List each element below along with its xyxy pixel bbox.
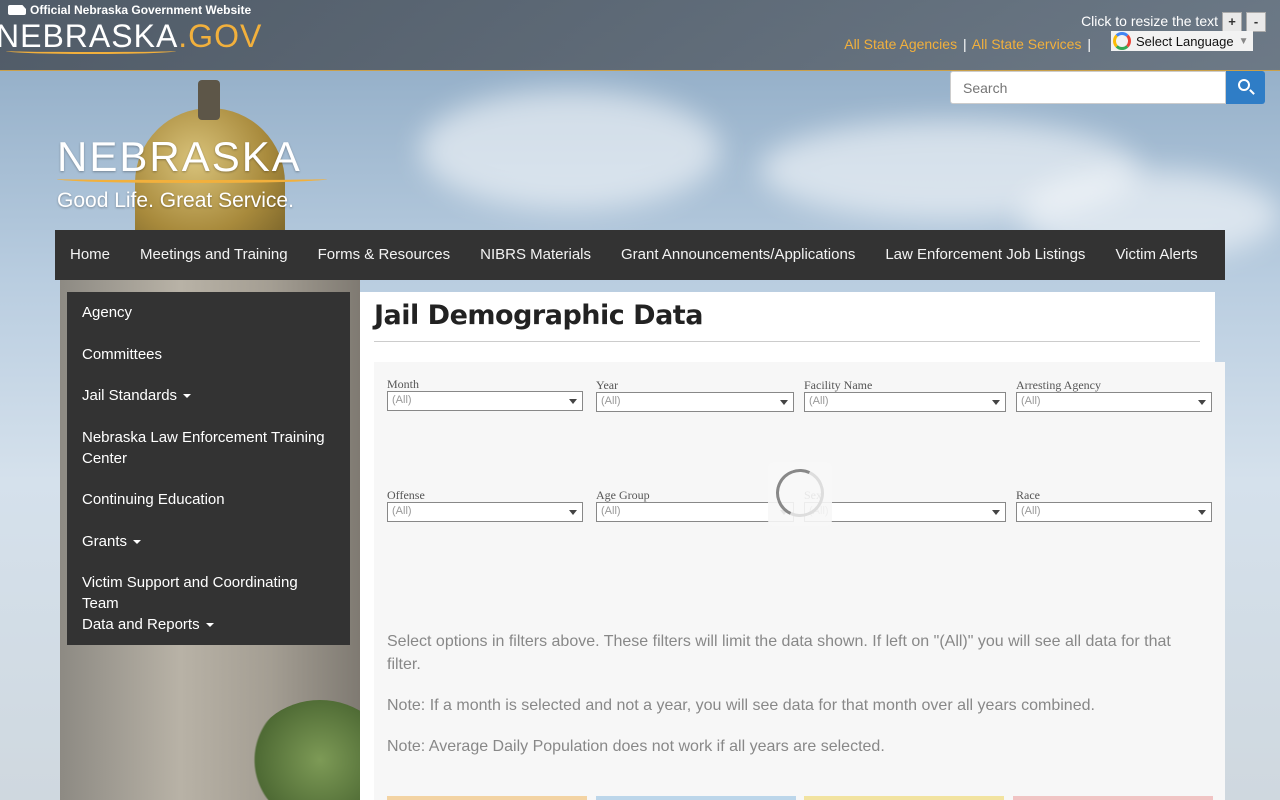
sidebar-item-label: Victim Support and Coordinating Team xyxy=(82,574,298,612)
filter-label: Offense xyxy=(387,488,425,502)
logo-swoosh xyxy=(57,175,327,183)
filter-age-group-select[interactable]: (All) xyxy=(596,502,794,522)
sidebar-item-grants[interactable]: Grants xyxy=(67,531,350,552)
google-translate-icon xyxy=(1113,32,1131,50)
filter-year: Year (All) xyxy=(596,378,794,412)
site-tagline: Good Life. Great Service. xyxy=(57,189,294,212)
main-navigation: Home Meetings and Training Forms & Resou… xyxy=(55,230,1225,280)
nebraska-gov-logo[interactable]: NEBRASKA.GOV xyxy=(0,18,262,55)
nav-forms-resources[interactable]: Forms & Resources xyxy=(303,230,466,280)
logo-swoosh xyxy=(6,48,176,54)
summary-tile[interactable] xyxy=(804,796,1004,800)
official-website-text: Official Nebraska Government Website xyxy=(30,3,252,17)
caret-down-icon xyxy=(205,623,214,628)
sidebar-item-label: Data and Reports xyxy=(82,616,200,633)
filter-label: Year xyxy=(596,378,619,392)
filter-arresting-agency: Arresting Agency (All) xyxy=(1016,378,1212,412)
filter-race-select[interactable]: (All) xyxy=(1016,502,1212,522)
site-search xyxy=(950,71,1265,104)
all-state-agencies-link[interactable]: All State Agencies xyxy=(844,36,957,52)
filter-label: Facility Name xyxy=(804,378,873,392)
all-state-services-link[interactable]: All State Services xyxy=(972,36,1082,52)
filter-label: Age Group xyxy=(596,488,650,502)
filter-age-group: Age Group (All) xyxy=(596,488,794,522)
sidebar-item-label: Jail Standards xyxy=(82,387,178,404)
sidebar-item-label: Nebraska Law Enforcement Training Center xyxy=(82,429,325,467)
note-month-selection: Note: If a month is selected and not a y… xyxy=(387,697,1095,714)
cloud xyxy=(420,90,720,210)
filter-month: Month (All) xyxy=(387,377,583,411)
sidebar-item-committees[interactable]: Committees xyxy=(67,344,350,365)
sidebar-item-label: Agency xyxy=(82,304,133,321)
nebraska-site-logo[interactable]: NEBRASKA Good Life. Great Service. xyxy=(57,133,327,213)
increase-text-button[interactable]: + xyxy=(1222,12,1242,32)
filter-label: Arresting Agency xyxy=(1016,378,1101,392)
filter-offense-select[interactable]: (All) xyxy=(387,502,583,522)
search-input[interactable] xyxy=(950,71,1226,104)
summary-tile[interactable] xyxy=(596,796,796,800)
chevron-down-icon: ▼ xyxy=(1238,35,1249,47)
nav-victim-alerts[interactable]: Victim Alerts xyxy=(1100,230,1212,280)
filter-month-select[interactable]: (All) xyxy=(387,391,583,411)
spinner-icon xyxy=(769,462,831,524)
sidebar-item-continuing-education[interactable]: Continuing Education xyxy=(67,489,350,510)
nebraska-gov-logo-suffix: .GOV xyxy=(178,18,263,54)
filter-label: Race xyxy=(1016,488,1040,502)
filter-label: Sex xyxy=(804,488,1006,502)
sidebar-item-label: Continuing Education xyxy=(82,491,225,508)
sidebar-item-victim-support[interactable]: Victim Support and Coordinating Team xyxy=(67,572,350,614)
filter-facility-select[interactable]: (All) xyxy=(804,392,1006,412)
official-website-label: Official Nebraska Government Website xyxy=(8,3,251,17)
nav-home[interactable]: Home xyxy=(55,230,125,280)
sidebar-item-label: Committees xyxy=(82,346,163,363)
summary-tile[interactable] xyxy=(1013,796,1213,800)
language-selector[interactable]: Select Language ▼ xyxy=(1111,31,1253,51)
filter-year-select[interactable]: (All) xyxy=(596,392,794,412)
filter-label: Month xyxy=(387,377,420,391)
search-icon xyxy=(1238,79,1250,91)
filter-instructions: Select options in filters above. These f… xyxy=(387,633,1171,673)
summary-tile[interactable] xyxy=(387,796,587,800)
nav-nibrs-materials[interactable]: NIBRS Materials xyxy=(465,230,606,280)
note-average-daily-population: Note: Average Daily Population does not … xyxy=(387,738,885,755)
link-separator: | xyxy=(1087,36,1091,52)
title-divider xyxy=(374,341,1200,342)
side-navigation: Agency Committees Jail Standards Nebrask… xyxy=(67,292,350,645)
filter-offense: Offense (All) xyxy=(387,488,583,522)
sidebar-item-label: Grants xyxy=(82,533,128,550)
sidebar-item-jail-standards[interactable]: Jail Standards xyxy=(67,385,350,406)
link-separator: | xyxy=(962,36,967,52)
loading-spinner xyxy=(768,462,832,526)
sidebar-item-training-center[interactable]: Nebraska Law Enforcement Training Center xyxy=(67,427,350,469)
filter-sex-select[interactable]: (All) xyxy=(804,502,1006,522)
filter-facility-name: Facility Name (All) xyxy=(804,378,1006,412)
caret-down-icon xyxy=(183,394,192,399)
search-button[interactable] xyxy=(1226,71,1265,104)
resize-text-label: Click to resize the text xyxy=(1081,13,1218,29)
government-header-bar: Official Nebraska Government Website NEB… xyxy=(0,0,1280,71)
decrease-text-button[interactable]: - xyxy=(1246,12,1266,32)
site-logo-name: NEBRASKA xyxy=(57,133,302,180)
nav-grant-announcements[interactable]: Grant Announcements/Applications xyxy=(606,230,870,280)
language-label: Select Language xyxy=(1136,33,1234,49)
state-outline-icon xyxy=(8,5,26,15)
sidebar-item-data-and-reports[interactable]: Data and Reports xyxy=(67,614,350,635)
filter-sex: Sex (All) xyxy=(804,488,1006,522)
capitol-lantern-image xyxy=(198,80,220,120)
filter-arresting-agency-select[interactable]: (All) xyxy=(1016,392,1212,412)
nav-meetings-and-training[interactable]: Meetings and Training xyxy=(125,230,303,280)
sidebar-item-agency[interactable]: Agency xyxy=(67,302,350,323)
page-title: Jail Demographic Data xyxy=(374,300,703,331)
nav-job-listings[interactable]: Law Enforcement Job Listings xyxy=(870,230,1100,280)
state-links: All State Agencies | All State Services … xyxy=(844,36,1093,52)
caret-down-icon xyxy=(133,540,142,545)
filter-race: Race (All) xyxy=(1016,488,1212,522)
